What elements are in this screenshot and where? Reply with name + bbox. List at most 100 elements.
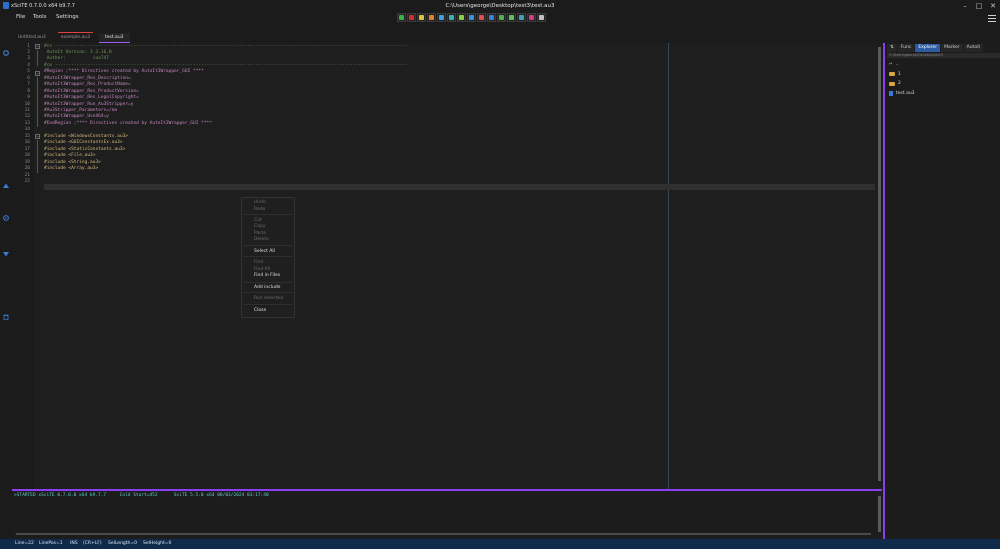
ok-icon[interactable] [507,13,516,22]
folder-icon [889,72,895,76]
code-line[interactable]: #ce ------------------------------------… [44,63,407,68]
code-line[interactable]: #AutoIt3Wrapper_Res_ProductVersion= [44,89,139,94]
line-number: 19 [24,159,30,165]
line-number: 10 [24,101,30,107]
au3info-icon[interactable] [477,13,486,22]
context-menu-item-find[interactable]: Find [254,260,263,265]
trash-icon[interactable] [3,314,9,320]
status-linepos: LinePos=1 [39,541,63,546]
code-line[interactable]: #cs ------------------------------------… [44,44,407,49]
explorer-item[interactable]: 2 [889,81,901,86]
code-line[interactable]: #include <StaticConstants.au3> [44,147,125,152]
close-button[interactable]: ✕ [986,2,1000,10]
code-line[interactable]: #AutoIt3Wrapper_UseX64=y [44,114,109,119]
context-menu: Undo Redo Cut Copy Paste Delete Select All Find… [241,197,295,318]
target-icon[interactable] [3,215,9,221]
code-line[interactable]: #include <Array.au3> [44,166,98,171]
minimize-button[interactable]: – [958,2,972,10]
fold-marker-icon[interactable]: − [35,71,40,76]
line-number: 4 [27,62,30,68]
explorer-item[interactable]: test.au3 [889,90,915,96]
context-menu-item-paste[interactable]: Paste [254,231,266,236]
fold-line [37,50,38,66]
code-line[interactable]: #Region ;**** Directives created by Auto… [44,69,204,74]
line-number: 17 [24,146,30,152]
output-text: >STARTED xSciTE 0.7.0.0 x64 b9.7.7 Cold … [14,493,269,498]
context-menu-item-add-include[interactable]: Add include [254,285,280,290]
context-menu-item-find-in-files[interactable]: Find in Files [254,273,280,278]
line-number: 14 [24,127,30,133]
tidy-icon[interactable] [437,13,446,22]
current-line-highlight [44,184,875,190]
context-menu-item-cut[interactable]: Cut [254,218,262,223]
context-menu-item-select-all[interactable]: Select All [254,249,275,254]
code-line[interactable]: #AutoIt3Wrapper_Res_ProductName= [44,82,131,87]
chart-icon[interactable] [517,13,526,22]
code-editor[interactable]: 1 2 3 4 5 6 7 8 9 10 11 12 13 14 15 16 17 18 19 20 21 22 − − … [12,43,877,489]
scroll-up-icon[interactable] [3,183,9,189]
explorer-item[interactable]: 1 [889,72,901,77]
explorer-item[interactable]: ↵.. [889,62,899,67]
stop-icon[interactable] [407,13,416,22]
tab-func[interactable]: Func [897,44,915,52]
menu-separator [244,214,292,215]
fullscreen-icon[interactable] [537,13,546,22]
menu-separator [244,292,292,293]
context-menu-item-copy[interactable]: Copy [254,224,265,229]
code-line[interactable]: #EndRegion ;**** Directives created by A… [44,121,212,126]
tab-explorer[interactable]: Explorer [915,44,941,52]
run-icon[interactable] [397,13,406,22]
explorer-item-label: .. [895,62,899,67]
tab-file[interactable]: test.au3 [98,33,130,43]
menu-file[interactable]: File [16,14,25,20]
tab-autoit[interactable]: Autoit [963,44,984,52]
code-line[interactable]: #AutoIt3Wrapper_Run_Au3Stripper=y [44,102,133,107]
scroll-down-icon[interactable] [3,251,9,257]
horizontal-scrollbar[interactable] [12,532,877,536]
code-line[interactable]: #AutoIt3Wrapper_Res_Description= [44,76,131,81]
sidebar-settings-icon[interactable] [3,50,9,56]
code-line[interactable]: #AutoIt3Wrapper_Res_LegalCopyright= [44,95,139,100]
find-icon[interactable] [497,13,506,22]
context-menu-item-redo[interactable]: Redo [254,207,265,212]
code-line[interactable]: Author: ioa747 [44,56,109,61]
fold-marker-icon[interactable]: − [35,134,40,139]
info-icon[interactable] [467,13,476,22]
code-line[interactable]: #include <String.au3> [44,160,101,165]
editor-vertical-scrollbar[interactable] [877,43,882,489]
maximize-button[interactable]: □ [972,2,986,10]
context-menu-item-delete[interactable]: Delete [254,237,269,242]
table-icon[interactable] [527,13,536,22]
explorer-item-label: 2 [898,81,901,86]
toolbar [397,13,546,23]
help-icon[interactable] [487,13,496,22]
syntax-check-icon[interactable] [447,13,456,22]
explorer-item-label: test.au3 [896,90,915,96]
output-scrollbar[interactable] [877,491,882,539]
fold-marker-icon[interactable]: − [35,44,40,49]
line-number: 5 [27,69,30,75]
line-number-gutter: 1 2 3 4 5 6 7 8 9 10 11 12 13 14 15 16 17 18 19 20 21 22 [12,43,34,489]
tab-file[interactable]: example.au3 [55,32,96,43]
edge-column-line [668,43,669,489]
tab-file[interactable]: Untitled.au3 [12,33,52,43]
code-line[interactable]: #Au3Stripper_Parameters=/mo [44,108,117,113]
menu-tools[interactable]: Tools [33,14,47,20]
context-menu-item-close[interactable]: Close [254,308,266,313]
code-line[interactable]: AutoIt Version: 3.3.16.0 [44,50,112,55]
context-menu-item-undo[interactable]: Undo [254,200,266,205]
compile-icon[interactable] [417,13,426,22]
tab-marker[interactable]: Marker [941,44,963,52]
code-line[interactable]: #include <GUIConstantsEx.au3> [44,140,123,145]
explorer-path[interactable]: C:\Users\george\Desktop\test3 [887,53,1000,58]
code-line[interactable]: #include <File.au3> [44,153,95,158]
hamburger-menu-icon[interactable] [988,15,996,24]
context-menu-item-find-all[interactable]: Find All [254,267,270,272]
koda-icon[interactable] [457,13,466,22]
menu-settings[interactable]: Settings [56,14,79,20]
sort-icon[interactable]: ⇅ [887,44,897,52]
line-number: 18 [24,153,30,159]
code-line[interactable]: #include <WindowsConstants.au3> [44,134,128,139]
build-icon[interactable] [427,13,436,22]
context-menu-item-run-selected[interactable]: Run selected [254,296,283,301]
